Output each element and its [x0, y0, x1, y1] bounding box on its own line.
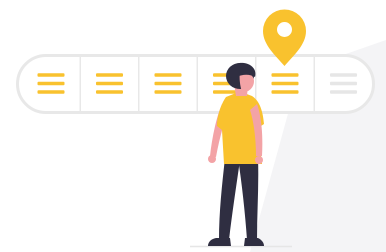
menu-line: [271, 81, 299, 86]
menu-lines-icon: [154, 73, 182, 94]
person-left-shoe: [208, 238, 231, 246]
person-left-hand: [208, 155, 216, 163]
person-right-leg: [238, 158, 259, 240]
location-pin-hole: [277, 22, 292, 37]
menu-line: [154, 81, 182, 86]
illustration-scene: [0, 0, 386, 252]
menu-line: [96, 73, 123, 77]
menu-lines-icon: [330, 73, 357, 94]
menu-line: [330, 81, 357, 86]
step-segment-1-active: [37, 73, 65, 94]
menu-line: [154, 90, 182, 94]
menu-lines-icon: [271, 73, 299, 94]
step-progress-illustration: [16, 9, 386, 252]
menu-line: [96, 81, 123, 86]
step-segment-5-active: [271, 73, 299, 94]
person-right-hand: [255, 156, 263, 164]
menu-line: [271, 90, 299, 94]
menu-lines-icon: [37, 73, 65, 94]
menu-line: [96, 90, 123, 94]
menu-line: [330, 73, 357, 77]
step-bar-outline: [16, 54, 375, 114]
step-segment-3-active: [154, 73, 182, 94]
menu-line: [330, 90, 357, 94]
menu-line: [154, 73, 182, 77]
step-bar: [16, 54, 375, 114]
menu-lines-icon: [96, 73, 123, 94]
step-segment-6-inactive: [330, 73, 357, 94]
step-segment-2-active: [96, 73, 123, 94]
menu-line: [37, 90, 65, 94]
person-left-leg: [219, 158, 240, 240]
menu-line: [271, 73, 299, 77]
menu-line: [37, 81, 65, 86]
menu-line: [37, 73, 65, 77]
